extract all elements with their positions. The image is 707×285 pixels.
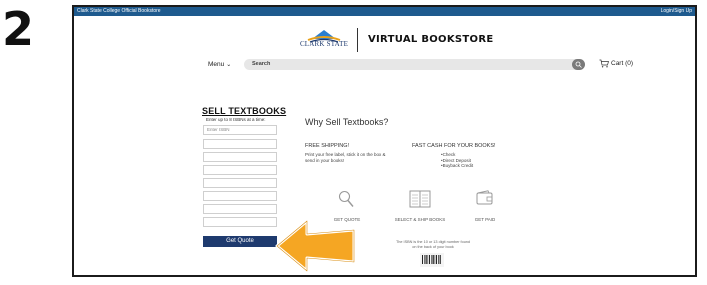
browser-screenshot-frame: Clark State College Official Bookstore L… xyxy=(72,5,697,277)
isbn-field-8[interactable] xyxy=(203,217,277,227)
login-signup-link[interactable]: Login/Sign Up xyxy=(661,7,692,16)
isbn-field-2[interactable] xyxy=(203,139,277,149)
arrow-pointer-icon xyxy=(275,219,356,273)
isbn-field-3[interactable] xyxy=(203,152,277,162)
step-label-select-ship: SELECT & SHIP BOOKS xyxy=(394,217,446,222)
menu-button[interactable]: Menu ⌄ xyxy=(208,61,231,68)
menu-label: Menu xyxy=(208,61,225,68)
sell-instructions: Enter up to 8 ISBNs at a time: xyxy=(206,117,266,122)
isbn-field-1[interactable]: Enter ISBN xyxy=(203,125,277,135)
get-quote-button[interactable]: Get Quote xyxy=(203,236,277,247)
payment-options-list: Check Direct Deposit Buyback Credit xyxy=(441,152,474,169)
list-item: Buyback Credit xyxy=(441,163,474,169)
barcode-icon xyxy=(420,253,444,267)
open-book-icon xyxy=(409,190,431,208)
search-button[interactable] xyxy=(572,59,585,70)
store-title: VIRTUAL BOOKSTORE xyxy=(368,34,494,45)
step-number: 2 xyxy=(2,2,35,56)
isbn-help-text: The ISBN is the 10 or 13 digit number fo… xyxy=(395,240,471,249)
header-divider xyxy=(357,28,358,52)
free-shipping-heading: FREE SHIPPING! xyxy=(305,143,350,149)
isbn-field-6[interactable] xyxy=(203,191,277,201)
cart-label: Cart (0) xyxy=(611,60,634,68)
topbar-store-name: Clark State College Official Bookstore xyxy=(77,8,161,14)
free-shipping-text: Print your free label, stick it on the b… xyxy=(305,152,386,163)
isbn-field-5[interactable] xyxy=(203,178,277,188)
step-label-get-paid: GET PAID xyxy=(474,217,496,222)
search-placeholder: Search xyxy=(252,61,271,67)
logo-text: CLARK STATE xyxy=(299,40,349,48)
search-icon xyxy=(575,61,582,68)
isbn-field-4[interactable] xyxy=(203,165,277,175)
isbn-field-7[interactable] xyxy=(203,204,277,214)
fast-cash-heading: FAST CASH FOR YOUR BOOKS! xyxy=(412,143,496,149)
why-sell-title: Why Sell Textbooks? xyxy=(305,117,389,127)
wallet-icon xyxy=(476,190,493,205)
chevron-down-icon: ⌄ xyxy=(226,62,232,68)
cart-icon xyxy=(599,59,609,68)
magnifier-icon xyxy=(338,190,354,207)
cart-link[interactable]: Cart (0) xyxy=(599,59,633,68)
top-bar: Clark State College Official Bookstore L… xyxy=(74,7,695,16)
search-input[interactable]: Search xyxy=(244,59,585,70)
sell-textbooks-title: SELL TEXTBOOKS xyxy=(202,106,287,116)
